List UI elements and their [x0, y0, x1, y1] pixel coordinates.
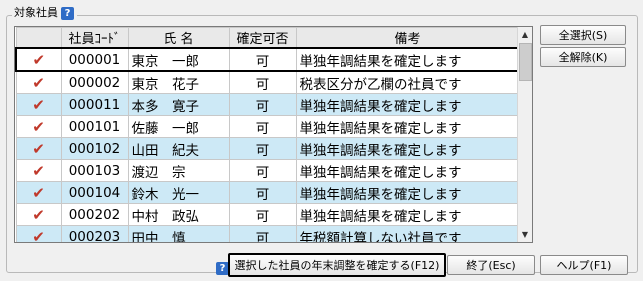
- table-row[interactable]: ✔ 000002 東京 花子 可 税表区分が乙欄の社員です: [15, 70, 520, 94]
- employee-note: 単独年調結果を確定します: [295, 47, 520, 72]
- employee-name: 本多 寛子: [127, 93, 230, 116]
- group-help-icon[interactable]: ?: [61, 6, 74, 20]
- header-row: 社員ｺｰﾄﾞ 氏 名 確定可否 備考: [15, 27, 520, 49]
- confirm-year-end-button[interactable]: 選択した社員の年末調整を確定する(F12): [228, 253, 446, 277]
- select-all-button[interactable]: 全選択(S): [540, 25, 626, 45]
- table-row[interactable]: ✔ 000011 本多 寛子 可 単独年調結果を確定します: [15, 93, 520, 116]
- check-icon[interactable]: ✔: [15, 159, 62, 182]
- help-button[interactable]: ヘルプ(F1): [540, 255, 628, 275]
- employee-name: 鈴木 光一: [127, 181, 230, 204]
- employee-name: 中村 政弘: [127, 203, 230, 226]
- employee-name: 田中 慎: [127, 225, 230, 242]
- employee-name: 佐藤 一郎: [127, 115, 230, 138]
- confirm-flag: 可: [228, 115, 297, 138]
- scroll-down-icon[interactable]: ▼: [518, 227, 532, 242]
- employee-code: 000202: [60, 203, 129, 226]
- employee-code: 000102: [60, 137, 129, 160]
- table-row[interactable]: ✔ 000203 田中 慎 可 年税額計算しない社員です: [15, 225, 520, 242]
- check-icon[interactable]: ✔: [15, 181, 62, 204]
- confirm-flag: 可: [228, 93, 297, 116]
- employee-note: 単独年調結果を確定します: [295, 203, 520, 226]
- col-header-code[interactable]: 社員ｺｰﾄﾞ: [60, 27, 129, 49]
- check-icon[interactable]: ✔: [15, 203, 62, 226]
- employee-grid[interactable]: 社員ｺｰﾄﾞ 氏 名 確定可否 備考 ✔ 000001 東京 一郎 可 単独年調…: [14, 26, 533, 243]
- check-icon[interactable]: ✔: [15, 70, 62, 94]
- employee-code: 000002: [60, 70, 129, 94]
- scroll-up-icon[interactable]: ▲: [518, 27, 532, 42]
- confirm-flag: 可: [228, 225, 297, 242]
- table-row[interactable]: ✔ 000101 佐藤 一郎 可 単独年調結果を確定します: [15, 115, 520, 138]
- group-title-label: 対象社員: [14, 6, 58, 19]
- scroll-thumb[interactable]: [519, 43, 532, 81]
- employee-code: 000203: [60, 225, 129, 242]
- group-title: 対象社員 ?: [12, 5, 77, 21]
- employee-code: 000104: [60, 181, 129, 204]
- employee-name: 渡辺 宗: [127, 159, 230, 182]
- col-header-name[interactable]: 氏 名: [127, 27, 230, 49]
- vertical-scrollbar[interactable]: ▲ ▼: [517, 27, 532, 242]
- employee-note: 単独年調結果を確定します: [295, 159, 520, 182]
- col-header-check[interactable]: [15, 27, 62, 49]
- confirm-flag: 可: [228, 137, 297, 160]
- col-header-flag[interactable]: 確定可否: [228, 27, 297, 49]
- confirm-flag: 可: [228, 203, 297, 226]
- table-row[interactable]: ✔ 000102 山田 紀夫 可 単独年調結果を確定します: [15, 137, 520, 160]
- table-row[interactable]: ✔ 000103 渡辺 宗 可 単独年調結果を確定します: [15, 159, 520, 182]
- employee-note: 単独年調結果を確定します: [295, 181, 520, 204]
- employee-note: 年税額計算しない社員です: [295, 225, 520, 242]
- confirm-flag: 可: [228, 70, 297, 94]
- check-icon[interactable]: ✔: [15, 225, 62, 242]
- employee-note: 単独年調結果を確定します: [295, 137, 520, 160]
- employee-name: 東京 一郎: [127, 47, 230, 72]
- table-row[interactable]: ✔ 000001 東京 一郎 可 単独年調結果を確定します: [15, 47, 520, 72]
- deselect-all-button[interactable]: 全解除(K): [540, 47, 626, 67]
- confirm-flag: 可: [228, 47, 297, 72]
- check-icon[interactable]: ✔: [15, 137, 62, 160]
- col-header-note[interactable]: 備考: [295, 27, 520, 49]
- employee-code: 000011: [60, 93, 129, 116]
- close-button[interactable]: 終了(Esc): [447, 255, 535, 275]
- employee-note: 単独年調結果を確定します: [295, 115, 520, 138]
- employee-name: 山田 紀夫: [127, 137, 230, 160]
- employee-code: 000001: [60, 47, 129, 72]
- table-row[interactable]: ✔ 000202 中村 政弘 可 単独年調結果を確定します: [15, 203, 520, 226]
- employee-name: 東京 花子: [127, 70, 230, 94]
- employee-code: 000101: [60, 115, 129, 138]
- check-icon[interactable]: ✔: [15, 93, 62, 116]
- check-icon[interactable]: ✔: [15, 47, 62, 72]
- employee-note: 単独年調結果を確定します: [295, 93, 520, 116]
- check-icon[interactable]: ✔: [15, 115, 62, 138]
- table-row[interactable]: ✔ 000104 鈴木 光一 可 単独年調結果を確定します: [15, 181, 520, 204]
- confirm-flag: 可: [228, 159, 297, 182]
- employee-code: 000103: [60, 159, 129, 182]
- employee-note: 税表区分が乙欄の社員です: [295, 70, 520, 94]
- employee-table: 社員ｺｰﾄﾞ 氏 名 確定可否 備考 ✔ 000001 東京 一郎 可 単独年調…: [15, 27, 520, 242]
- confirm-flag: 可: [228, 181, 297, 204]
